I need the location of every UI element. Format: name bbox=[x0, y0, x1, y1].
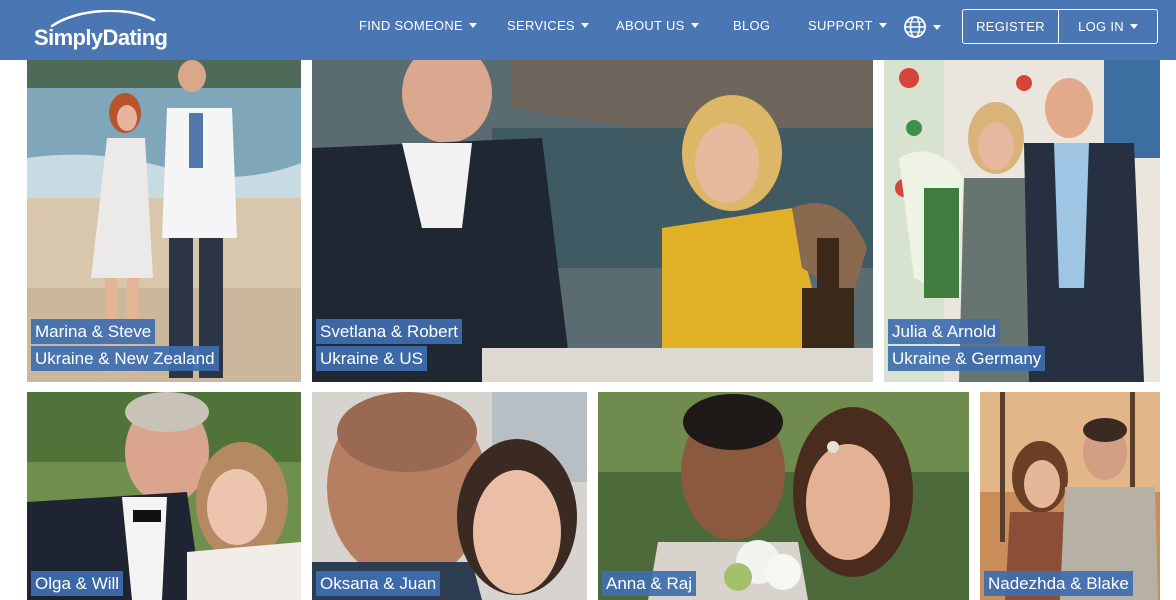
site-logo[interactable]: SimplyDating bbox=[34, 10, 184, 50]
couple-photo bbox=[980, 392, 1160, 600]
chevron-down-icon bbox=[469, 23, 477, 28]
couple-card[interactable]: Julia & Arnold Ukraine & Germany bbox=[884, 38, 1160, 382]
language-selector[interactable] bbox=[903, 15, 941, 39]
couple-names: Julia & Arnold bbox=[888, 319, 1000, 344]
couple-caption: Oksana & Juan bbox=[316, 571, 441, 596]
globe-icon bbox=[904, 16, 926, 38]
couple-card[interactable]: Olga & Will bbox=[27, 392, 301, 600]
couple-caption: Svetlana & Robert Ukraine & US bbox=[316, 319, 462, 371]
couple-countries: Ukraine & Germany bbox=[888, 346, 1046, 371]
chevron-down-icon bbox=[1129, 24, 1138, 29]
couple-caption: Olga & Will bbox=[31, 571, 124, 596]
couple-caption: Nadezhda & Blake bbox=[984, 571, 1133, 596]
couple-countries: Ukraine & US bbox=[316, 346, 427, 371]
nav-support[interactable]: SUPPORT bbox=[808, 18, 887, 33]
chevron-down-icon bbox=[690, 23, 699, 28]
couple-names: Oksana & Juan bbox=[316, 571, 441, 596]
couple-names: Anna & Raj bbox=[602, 571, 696, 596]
auth-buttons: REGISTER LOG IN bbox=[962, 9, 1158, 44]
nav-services[interactable]: SERVICES bbox=[507, 18, 589, 33]
couple-photo bbox=[598, 392, 969, 600]
couple-card[interactable]: Svetlana & Robert Ukraine & US bbox=[312, 38, 873, 382]
couple-card[interactable]: Nadezhda & Blake bbox=[980, 392, 1160, 600]
couple-card[interactable]: Anna & Raj bbox=[598, 392, 969, 600]
nav-support-label: SUPPORT bbox=[808, 18, 873, 33]
couple-names: Olga & Will bbox=[31, 571, 124, 596]
nav-about-us-label: ABOUT US bbox=[616, 18, 685, 33]
couple-photo bbox=[312, 392, 587, 600]
couple-caption: Marina & Steve Ukraine & New Zealand bbox=[31, 319, 219, 371]
nav-about-us[interactable]: ABOUT US bbox=[616, 18, 699, 33]
logo-text: SimplyDating bbox=[34, 25, 168, 50]
nav-blog-label: BLOG bbox=[733, 18, 771, 33]
login-label: LOG IN bbox=[1078, 19, 1124, 34]
couple-photo bbox=[27, 392, 301, 600]
couple-caption: Anna & Raj bbox=[602, 571, 696, 596]
nav-blog[interactable]: BLOG bbox=[733, 18, 770, 33]
couple-caption: Julia & Arnold Ukraine & Germany bbox=[888, 319, 1046, 371]
login-button[interactable]: LOG IN bbox=[1059, 10, 1157, 43]
site-header: SimplyDating FIND SOMEONE SERVICES ABOUT… bbox=[0, 0, 1176, 60]
couple-names: Marina & Steve bbox=[31, 319, 156, 344]
nav-find-someone-label: FIND SOMEONE bbox=[359, 18, 463, 33]
chevron-down-icon bbox=[580, 23, 589, 28]
couple-card[interactable]: Marina & Steve Ukraine & New Zealand bbox=[27, 38, 301, 382]
couple-names: Svetlana & Robert bbox=[316, 319, 462, 344]
nav-find-someone[interactable]: FIND SOMEONE bbox=[359, 18, 477, 33]
couple-countries: Ukraine & New Zealand bbox=[31, 346, 219, 371]
register-button[interactable]: REGISTER bbox=[963, 10, 1059, 43]
chevron-down-icon bbox=[878, 23, 887, 28]
couple-card[interactable]: Oksana & Juan bbox=[312, 392, 587, 600]
chevron-down-icon bbox=[933, 24, 941, 30]
nav-services-label: SERVICES bbox=[507, 18, 575, 33]
couple-names: Nadezhda & Blake bbox=[984, 571, 1133, 596]
